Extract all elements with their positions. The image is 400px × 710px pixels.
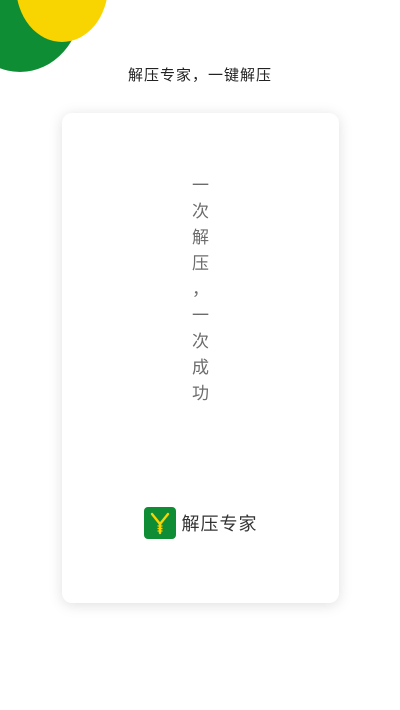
slogan-char: 解	[192, 228, 209, 248]
brand-name: 解压专家	[181, 514, 258, 535]
splash-screen: 解压专家，一键解压 一 次 解 压 ， 一 次 成 功 解压专家	[0, 0, 400, 710]
slogan-char: 成	[192, 358, 209, 378]
zipper-y-icon	[150, 512, 169, 535]
slogan-char: 功	[192, 384, 209, 404]
vertical-slogan: 一 次 解 压 ， 一 次 成 功	[62, 173, 339, 407]
slogan-char: ，	[192, 280, 209, 300]
slogan-char: 一	[192, 176, 209, 196]
slogan-char: 次	[192, 332, 209, 352]
slogan-char: 一	[192, 306, 209, 326]
app-logo	[143, 507, 176, 539]
splash-card: 一 次 解 压 ， 一 次 成 功 解压专家	[62, 113, 339, 603]
slogan-char: 压	[192, 254, 209, 274]
slogan-char: 次	[192, 202, 209, 222]
brand-block: 解压专家	[62, 507, 339, 539]
tagline: 解压专家，一键解压	[127, 66, 272, 84]
